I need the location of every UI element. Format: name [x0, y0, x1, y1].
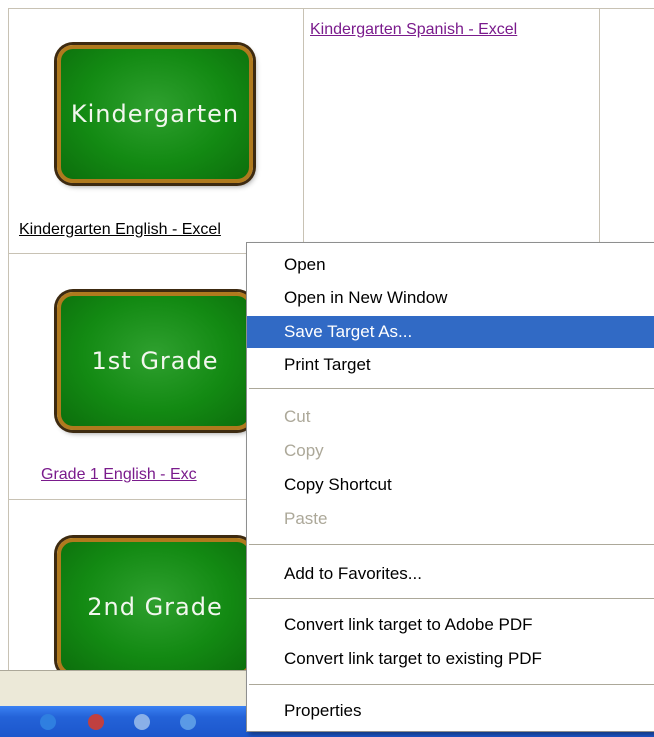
chalkboard-text: 2nd Grade: [87, 593, 223, 621]
kindergarten-english-excel-link[interactable]: Kindergarten English - Excel: [19, 221, 221, 239]
kindergarten-chalkboard-image[interactable]: Kindergarten: [57, 45, 253, 183]
menu-item-copy: Copy: [284, 441, 324, 460]
link-context-menu: Open Open in New Window Save Target As..…: [246, 242, 654, 732]
menu-item-open-in-new-window[interactable]: Open in New Window: [247, 282, 654, 314]
menu-separator: [249, 684, 654, 686]
menu-item-cut: Cut: [284, 407, 311, 426]
menu-item-properties[interactable]: Properties: [247, 695, 654, 727]
grade1-chalkboard-image[interactable]: 1st Grade: [57, 292, 253, 430]
menu-separator: [249, 544, 654, 546]
menu-item-convert-to-adobe-pdf[interactable]: Convert link target to Adobe PDF: [247, 609, 654, 641]
menu-item-add-to-favorites[interactable]: Add to Favorites...: [247, 558, 654, 590]
menu-separator: [249, 598, 654, 600]
quick-launch-icon[interactable]: [88, 714, 104, 730]
menu-separator: [249, 388, 654, 390]
menu-item-paste: Paste: [284, 509, 328, 528]
quick-launch-icon[interactable]: [40, 714, 56, 730]
chalkboard-text: Kindergarten: [70, 100, 240, 128]
menu-item-open[interactable]: Open: [247, 249, 654, 281]
table-cell-kindergarten-spanish: Kindergarten Spanish - Excel: [303, 8, 600, 254]
table-cell-empty: [599, 8, 654, 254]
quick-launch-icon[interactable]: [134, 714, 150, 730]
grade2-chalkboard-image[interactable]: 2nd Grade: [57, 538, 253, 676]
menu-item-copy-shortcut[interactable]: Copy Shortcut: [247, 469, 654, 501]
menu-item-save-target-as[interactable]: Save Target As...: [247, 316, 654, 348]
kindergarten-spanish-excel-link[interactable]: Kindergarten Spanish - Excel: [310, 21, 517, 39]
chalkboard-text: 1st Grade: [91, 347, 219, 375]
table-cell-kindergarten-english: Kindergarten Kindergarten English - Exce…: [8, 8, 304, 254]
grade1-english-excel-link[interactable]: Grade 1 English - Exc: [41, 466, 197, 484]
quick-launch-icon[interactable]: [180, 714, 196, 730]
menu-item-convert-to-existing-pdf[interactable]: Convert link target to existing PDF: [247, 643, 654, 675]
menu-item-print-target[interactable]: Print Target: [247, 349, 654, 381]
